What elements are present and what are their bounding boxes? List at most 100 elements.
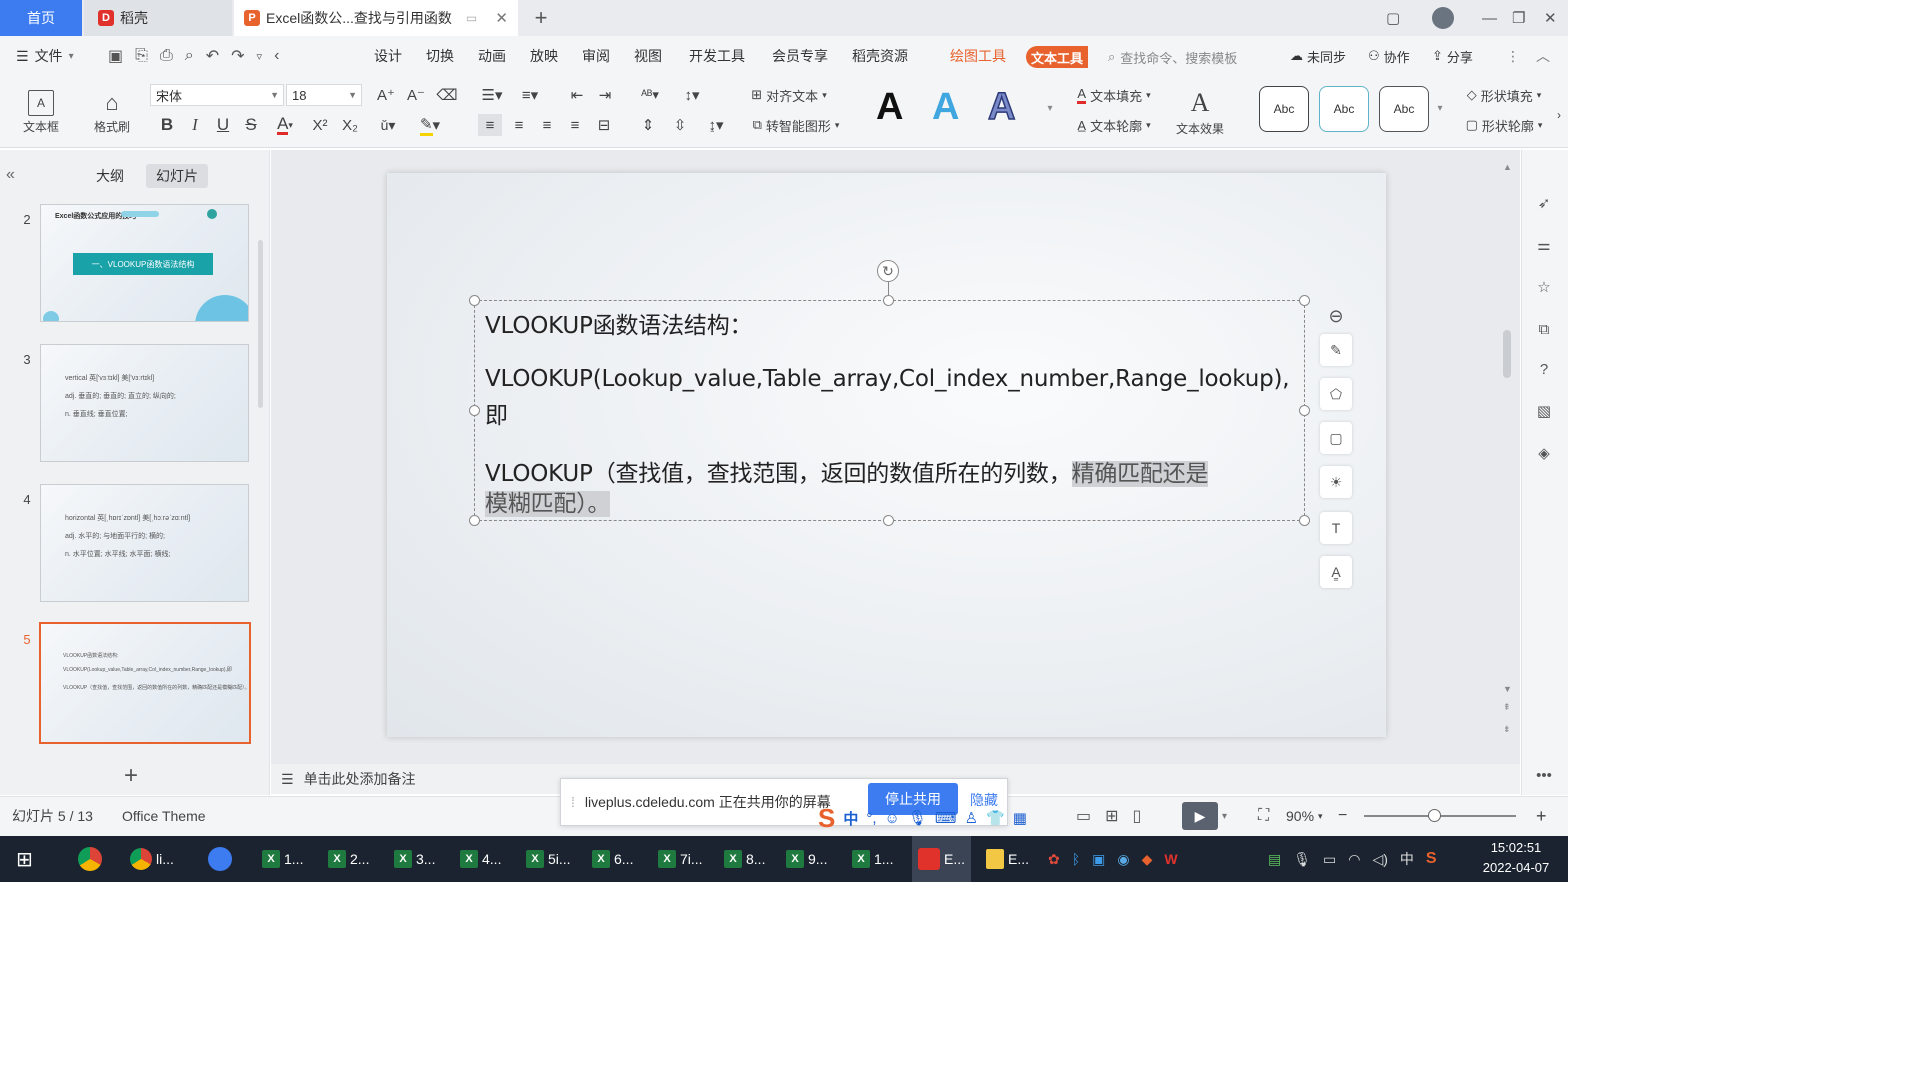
format-painter-button[interactable]: ⌂ 格式刷 xyxy=(86,82,138,142)
slide-thumbnail-3[interactable]: vertical 英['vɜːtɪkl] 美['vɜːrtɪkl] adj. 垂… xyxy=(40,344,249,462)
underline-icon[interactable]: U xyxy=(212,114,234,136)
slide-syntax-en[interactable]: VLOOKUP(Lookup_value,Table_array,Col_ind… xyxy=(485,366,1290,392)
pen-icon[interactable]: ✎ xyxy=(1320,334,1352,366)
rocket-icon[interactable]: ➶ xyxy=(1533,192,1555,214)
ribbon-scroll-right-icon[interactable]: › xyxy=(1552,104,1566,126)
superscript-icon[interactable]: X² xyxy=(308,114,332,136)
prev-slide-icon[interactable]: ⇞ xyxy=(1503,702,1511,713)
taskbar-excel-2[interactable]: X 2... xyxy=(328,836,369,882)
taskbar-excel-9[interactable]: X 9... xyxy=(786,836,827,882)
redo-icon[interactable]: ↷ xyxy=(231,46,244,66)
line-spacing-add-icon[interactable]: ⇳ xyxy=(668,114,692,136)
text-outline-button[interactable]: A̲ 文本轮廓 ▾ xyxy=(1068,114,1160,136)
more-icon[interactable]: ⋮ xyxy=(1506,36,1520,76)
print-icon[interactable]: ⎙ xyxy=(160,47,173,65)
text-fill-button[interactable]: A 文本填充 ▾ xyxy=(1068,84,1160,106)
canvas-scrollbar[interactable] xyxy=(1503,330,1511,378)
zoom-slider-knob[interactable] xyxy=(1428,809,1441,822)
rotate-handle-icon[interactable]: ↻ xyxy=(877,260,899,282)
outline-tool-icon[interactable]: ▢ xyxy=(1320,422,1352,454)
panel-scrollbar[interactable] xyxy=(258,240,263,408)
justify-icon[interactable]: ≡ xyxy=(564,114,586,136)
help-icon[interactable]: ? xyxy=(1533,358,1555,380)
smart-shape-button[interactable]: ⧉ 转智能图形 ▾ xyxy=(742,114,850,136)
shape-style-more-icon[interactable]: ▾ xyxy=(1434,96,1446,120)
sogou-tray-icon[interactable]: S xyxy=(1426,850,1437,868)
shape-outline-button[interactable]: ▢ 形状轮廓 ▾ xyxy=(1458,114,1550,136)
sogou-icon[interactable]: S xyxy=(818,803,835,834)
scroll-left-icon[interactable]: ‹ xyxy=(274,47,279,65)
taskbar-excel-1[interactable]: X 1... xyxy=(262,836,303,882)
keyboard-icon[interactable]: ⌨ xyxy=(935,809,957,827)
emoji-icon[interactable]: ☺ xyxy=(885,810,900,827)
increase-font-icon[interactable]: A⁺ xyxy=(374,84,398,106)
menu-transition[interactable]: 切换 xyxy=(426,36,454,76)
word-art-black[interactable]: A xyxy=(876,86,903,129)
zoom-select[interactable]: 90% ▾ xyxy=(1286,796,1323,836)
collapse-panel-icon[interactable]: « xyxy=(6,166,15,184)
strikethrough-icon[interactable]: S xyxy=(240,114,262,136)
ime-user-icon[interactable]: ♙ xyxy=(965,809,978,827)
avatar[interactable] xyxy=(1432,0,1454,36)
new-tab-button[interactable]: + xyxy=(528,0,554,36)
spacing-menu-icon[interactable]: ↨▾ xyxy=(700,114,732,136)
slide-syntax-cn-cont[interactable]: 模糊匹配）。 xyxy=(485,484,611,518)
paragraph-spacing-icon[interactable]: ⇕ xyxy=(636,114,660,136)
collapse-tools-icon[interactable]: ⊖ xyxy=(1320,300,1352,332)
window-layout-icon[interactable]: ▢ xyxy=(1386,0,1400,36)
menu-slideshow[interactable]: 放映 xyxy=(530,36,558,76)
shape-fill-button[interactable]: ◇ 形状填充 ▾ xyxy=(1458,84,1550,106)
clear-format-icon[interactable]: ⌫ xyxy=(436,84,458,106)
menu-animation[interactable]: 动画 xyxy=(478,36,506,76)
tab-outline[interactable]: 大纲 xyxy=(86,164,134,188)
next-slide-icon[interactable]: ⇟ xyxy=(1503,724,1511,735)
close-window-icon[interactable]: ✕ xyxy=(1544,0,1557,36)
share-button[interactable]: ⇪ 分享 xyxy=(1432,36,1473,76)
taskbar-excel-4[interactable]: X 4... xyxy=(460,836,501,882)
zoom-out-icon[interactable]: − xyxy=(1338,796,1347,836)
word-art-outline[interactable]: A xyxy=(987,85,1016,129)
resize-handle-ne[interactable] xyxy=(1299,295,1310,306)
menu-developer[interactable]: 开发工具 xyxy=(689,36,745,76)
taskbar-excel-7[interactable]: X 7i... xyxy=(658,836,703,882)
taskbar-app-blue[interactable] xyxy=(208,836,232,882)
align-right-icon[interactable]: ≡ xyxy=(536,114,558,136)
tab-daoke[interactable]: D 稻壳 xyxy=(84,0,232,36)
play-slideshow-button[interactable]: ▶ xyxy=(1182,802,1218,830)
menu-drawing-tools[interactable]: 绘图工具 xyxy=(950,36,1006,76)
ime-menu-icon[interactable]: ▦ xyxy=(1013,809,1027,827)
more-options-icon[interactable]: ••• xyxy=(1533,764,1555,786)
zoom-in-icon[interactable]: + xyxy=(1536,796,1547,836)
taskbar-excel-3[interactable]: X 3... xyxy=(394,836,435,882)
sync-status[interactable]: ☁ 未同步 xyxy=(1290,36,1346,76)
font-size-select[interactable]: 18 ▼ xyxy=(286,84,362,106)
export-icon[interactable]: ⎘ xyxy=(135,47,148,65)
shape-fill-tool-icon[interactable]: ⬠ xyxy=(1320,378,1352,410)
increase-indent-icon[interactable]: ⇥ xyxy=(594,84,616,106)
word-art-more-icon[interactable]: ▾ xyxy=(1044,96,1056,120)
start-button[interactable]: ⊞ xyxy=(16,836,33,882)
collapse-ribbon-icon[interactable]: ︿ xyxy=(1536,36,1550,76)
word-art-blue[interactable]: A xyxy=(932,86,959,129)
slide-heading[interactable]: VLOOKUP函数语法结构： xyxy=(485,306,753,340)
fit-window-icon[interactable]: ⛶ xyxy=(1258,796,1269,836)
undo-icon[interactable]: ↶ xyxy=(206,46,219,66)
tab-document[interactable]: P Excel函数公...查找与引用函数 ▭ ✕ xyxy=(234,0,518,36)
menu-text-tools[interactable]: 文本工具 xyxy=(1026,46,1088,68)
scroll-up-icon[interactable]: ▲ xyxy=(1503,162,1512,172)
resize-handle-w[interactable] xyxy=(469,405,480,416)
tray-app-icon[interactable]: ✿ xyxy=(1048,851,1060,868)
menu-daoke-resources[interactable]: 稻壳资源 xyxy=(852,36,908,76)
line-spacing-icon[interactable]: ↕▾ xyxy=(676,84,708,106)
resize-handle-n[interactable] xyxy=(883,295,894,306)
highlight-icon[interactable]: ✎ ▾ xyxy=(414,114,446,136)
maximize-icon[interactable]: ❐ xyxy=(1512,0,1525,36)
phonetic-icon[interactable]: ǔ▾ xyxy=(372,114,404,136)
align-left-icon[interactable]: ≡ xyxy=(478,114,502,136)
microphone-tray-icon[interactable]: 🎙 xyxy=(1293,851,1311,868)
save-icon[interactable]: ▣ xyxy=(108,46,123,66)
slide-syntax-ji[interactable]: 即 xyxy=(485,396,508,430)
taskbar-chrome-2[interactable]: li... xyxy=(130,836,174,882)
text-effects-icon[interactable]: A̳ xyxy=(1320,556,1352,588)
shape-style-2[interactable]: Abc xyxy=(1319,86,1369,132)
